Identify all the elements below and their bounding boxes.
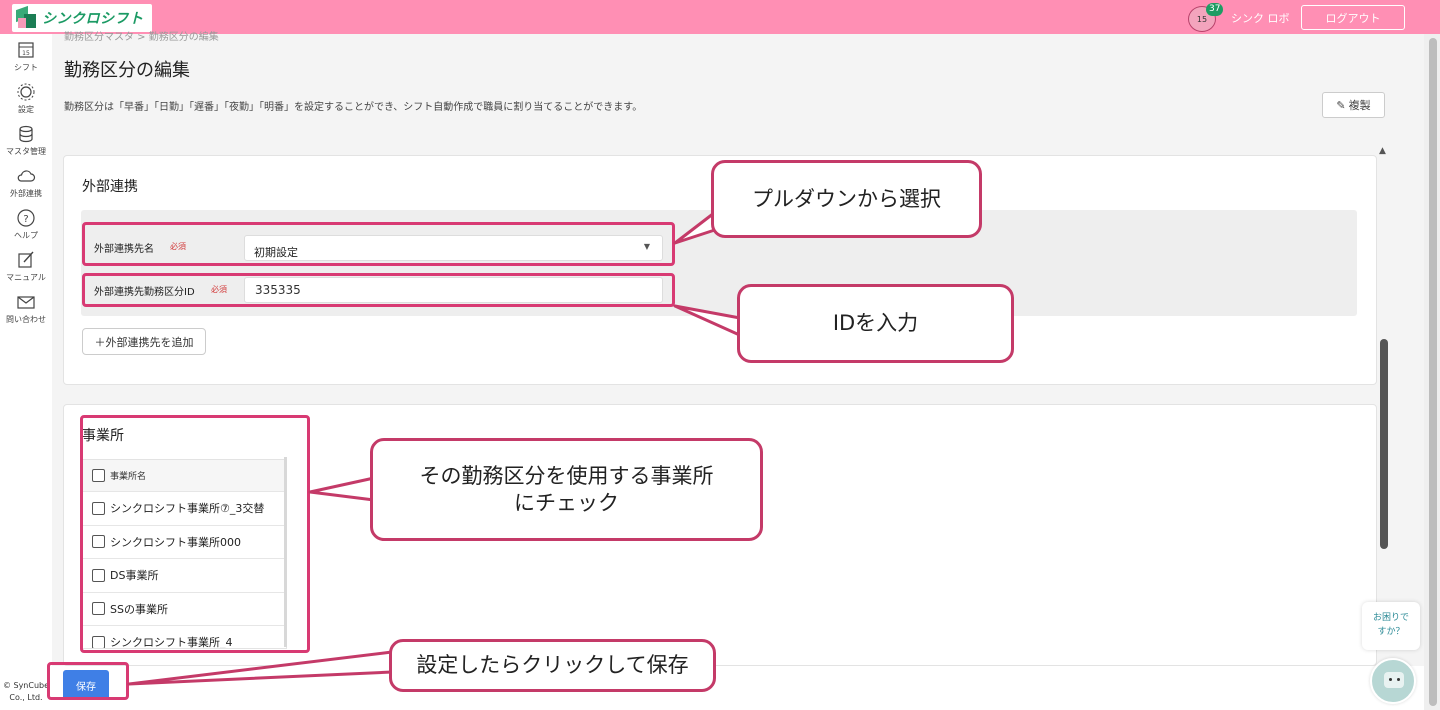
sidebar-item-settings[interactable]: 設定: [0, 82, 52, 115]
callout-save: 設定したらクリックして保存: [389, 639, 716, 692]
gear-icon: [17, 83, 35, 101]
sidebar-item-manual[interactable]: マニュアル: [0, 250, 52, 283]
highlight-select: [82, 222, 675, 266]
help-bubble[interactable]: お困りで すか？: [1362, 602, 1420, 650]
sidebar-label: 設定: [18, 105, 34, 114]
sidebar-item-master[interactable]: マスタ管理: [0, 124, 52, 157]
database-icon: [19, 125, 33, 143]
add-external-link-button[interactable]: ＋外部連携先を追加: [82, 328, 206, 355]
callout-offices: その勤務区分を使用する事業所 にチェック: [370, 438, 763, 541]
page-title: 勤務区分の編集: [64, 60, 190, 81]
robot-assistant-icon[interactable]: [1370, 658, 1416, 704]
highlight-offices: [80, 415, 310, 653]
content-scrollbar-thumb[interactable]: [1380, 339, 1388, 549]
mail-icon: [17, 296, 35, 309]
help-icon: ?: [17, 209, 35, 227]
manual-icon: [18, 251, 34, 268]
highlight-id: [82, 273, 675, 307]
app-name: シンクロシフト: [42, 11, 144, 27]
sidebar-item-external[interactable]: 外部連携: [0, 166, 52, 199]
copy-button-label: 複製: [1348, 99, 1371, 112]
sidebar-label: マニュアル: [6, 273, 46, 282]
sidebar-label: ヘルプ: [14, 231, 38, 240]
scroll-up-arrow-icon[interactable]: ▲: [1379, 146, 1386, 156]
copy-button[interactable]: ✎ 複製: [1322, 92, 1385, 118]
sidebar-item-shift[interactable]: 15 シフト: [0, 40, 52, 73]
svg-text:15: 15: [22, 50, 30, 57]
highlight-save: [47, 662, 129, 700]
svg-text:?: ?: [23, 214, 28, 225]
notification-badge: 37: [1206, 3, 1224, 16]
user-name[interactable]: シンク ロボ: [1231, 10, 1290, 26]
callout-id: IDを入力: [737, 284, 1014, 363]
sidebar-label: 外部連携: [10, 189, 42, 198]
callout-select: プルダウンから選択: [711, 160, 982, 238]
sidebar: 15 シフト 設定 マスタ管理 外部連携 ? ヘルプ マニュアル 問い合わせ: [0, 34, 52, 710]
sidebar-label: 問い合わせ: [6, 315, 46, 324]
logo-icon: [14, 5, 38, 30]
sidebar-item-contact[interactable]: 問い合わせ: [0, 292, 52, 325]
external-link-title: 外部連携: [82, 179, 138, 195]
page-description: 勤務区分は「早番」「日勤」「遅番」「夜勤」「明番」を設定することができ、シフト自…: [64, 102, 643, 113]
window-scrollbar-thumb[interactable]: [1429, 38, 1437, 706]
breadcrumb[interactable]: 勤務区分マスタ > 勤務区分の編集: [64, 28, 219, 43]
calendar-icon: 15: [18, 42, 34, 58]
copyright: © SynCube Co., Ltd.: [2, 681, 50, 702]
logout-button[interactable]: ログアウト: [1301, 5, 1405, 30]
bottom-bar: [52, 666, 1424, 710]
pencil-icon: ✎: [1336, 98, 1346, 112]
cloud-link-icon: [17, 170, 36, 182]
sidebar-item-help[interactable]: ? ヘルプ: [0, 208, 52, 241]
sidebar-label: マスタ管理: [6, 147, 46, 156]
sidebar-label: シフト: [14, 63, 38, 72]
